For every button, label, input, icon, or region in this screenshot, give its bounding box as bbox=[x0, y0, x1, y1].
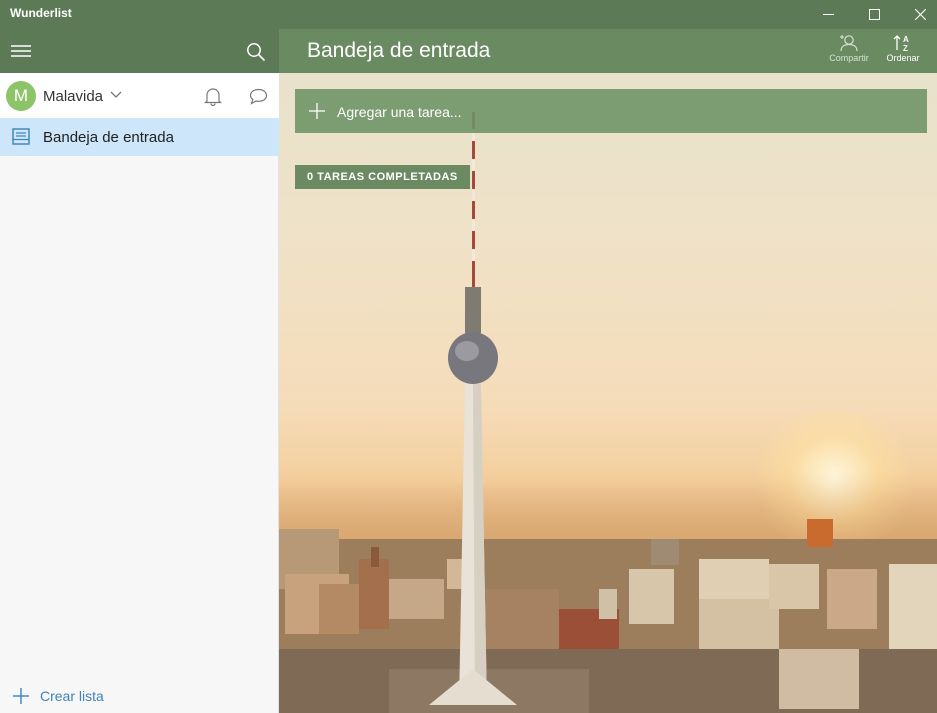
main-header: Bandeja de entrada Compartir A Z Ordenar bbox=[279, 29, 937, 73]
add-person-icon bbox=[840, 35, 858, 52]
sort-az-icon: A Z bbox=[893, 35, 909, 52]
user-row[interactable]: M Malavida bbox=[0, 73, 279, 118]
create-list-label: Crear lista bbox=[40, 688, 104, 704]
maximize-icon bbox=[868, 9, 880, 20]
minimize-icon bbox=[822, 14, 834, 15]
sidebar-header bbox=[0, 29, 279, 73]
close-icon bbox=[914, 9, 926, 20]
avatar-initial: M bbox=[13, 86, 29, 105]
main-panel: Bandeja de entrada Compartir A Z Ordenar bbox=[279, 29, 937, 713]
sort-button[interactable]: A Z Ordenar bbox=[877, 34, 929, 70]
inbox-icon bbox=[12, 128, 30, 145]
page-title: Bandeja de entrada bbox=[307, 39, 491, 62]
create-list-button[interactable]: Crear lista bbox=[12, 687, 104, 705]
chevron-down-icon[interactable] bbox=[110, 91, 122, 99]
chat-bubble-icon[interactable] bbox=[249, 88, 268, 105]
completed-tasks-toggle[interactable]: 0 TAREAS COMPLETADAS bbox=[295, 165, 470, 189]
bell-icon[interactable] bbox=[204, 87, 222, 106]
sort-label: Ordenar bbox=[886, 53, 920, 63]
search-icon[interactable] bbox=[246, 42, 266, 62]
add-task-input[interactable] bbox=[337, 101, 897, 123]
svg-text:Z: Z bbox=[903, 44, 908, 52]
sidebar: M Malavida Bandeja de entrada Crear list… bbox=[0, 29, 279, 713]
plus-icon bbox=[309, 103, 325, 119]
minimize-button[interactable] bbox=[805, 0, 851, 29]
avatar: M bbox=[6, 81, 36, 111]
sidebar-item-inbox[interactable]: Bandeja de entrada bbox=[0, 118, 279, 156]
maximize-button[interactable] bbox=[851, 0, 897, 29]
hamburger-icon[interactable] bbox=[10, 42, 32, 60]
window-title: Wunderlist bbox=[10, 6, 72, 20]
svg-text:A: A bbox=[903, 35, 909, 44]
plus-icon bbox=[13, 688, 29, 704]
share-label: Compartir bbox=[829, 53, 869, 63]
share-button[interactable]: Compartir bbox=[823, 34, 875, 70]
close-button[interactable] bbox=[897, 0, 937, 29]
add-task-bar[interactable] bbox=[295, 89, 927, 133]
sidebar-item-label: Bandeja de entrada bbox=[43, 129, 174, 146]
user-name: Malavida bbox=[43, 88, 104, 105]
window-titlebar: Wunderlist bbox=[0, 0, 937, 29]
